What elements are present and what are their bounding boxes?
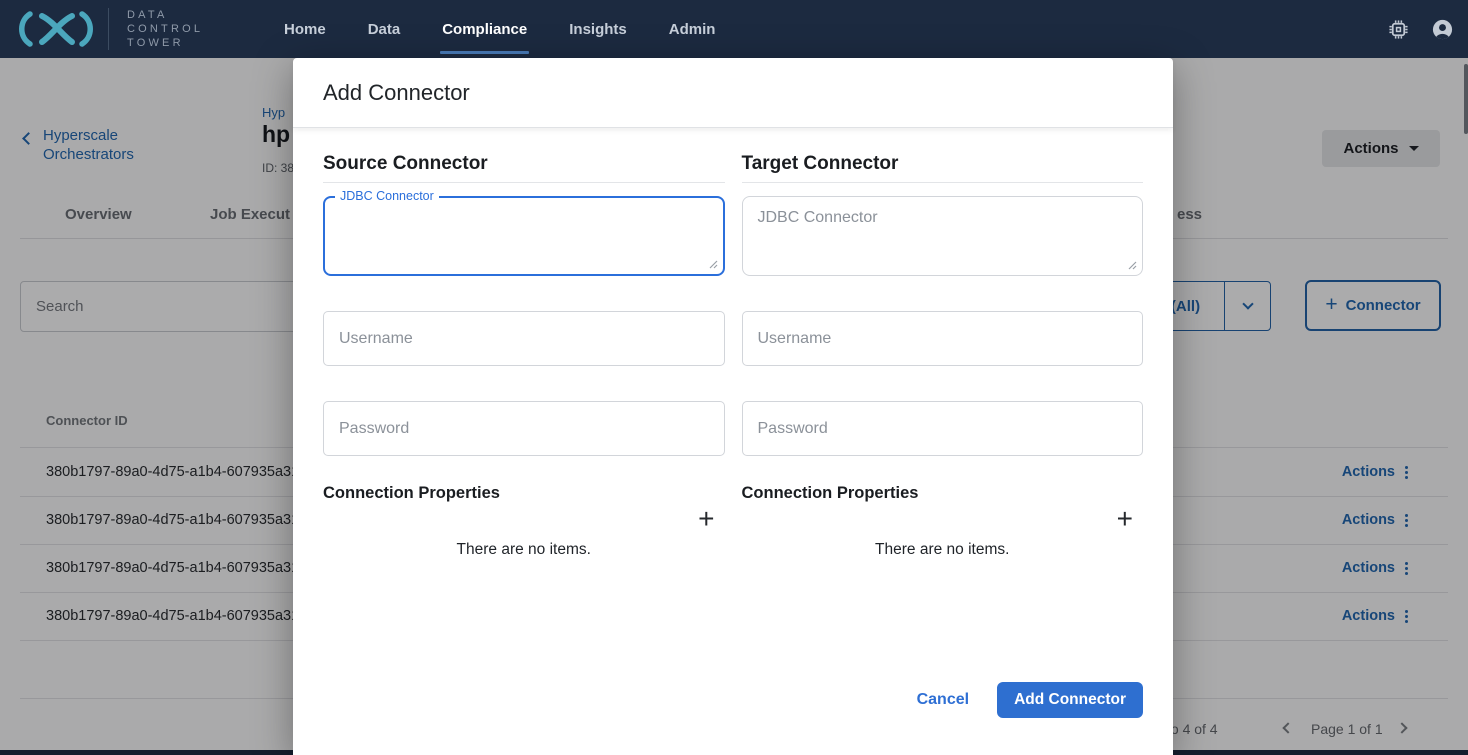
logo-divider xyxy=(108,8,109,50)
target-properties-heading: Connection Properties xyxy=(742,484,1144,503)
target-password-input[interactable] xyxy=(743,402,1143,455)
brand-wordmark: DATA CONTROL TOWER xyxy=(127,8,203,50)
target-jdbc-field xyxy=(742,196,1144,276)
nav-item-data[interactable]: Data xyxy=(368,0,401,58)
modal-header: Add Connector xyxy=(293,58,1173,128)
add-connector-submit-button[interactable]: Add Connector xyxy=(997,682,1143,718)
target-username-field xyxy=(742,311,1144,366)
app-window: Hyperscale Orchestrators Hyp hp ID: 38 A… xyxy=(0,0,1468,755)
source-jdbc-field: JDBC Connector xyxy=(323,196,725,276)
target-password-field xyxy=(742,401,1144,456)
primary-nav: Home Data Compliance Insights Admin xyxy=(284,0,715,58)
source-jdbc-input[interactable] xyxy=(325,198,723,274)
nav-icons xyxy=(1388,0,1454,58)
nav-item-home[interactable]: Home xyxy=(284,0,326,58)
page-scrollbar xyxy=(1464,58,1468,755)
section-divider xyxy=(323,182,725,183)
brand-line: DATA xyxy=(127,8,203,22)
target-heading: Target Connector xyxy=(742,153,1144,175)
modal-title: Add Connector xyxy=(323,80,470,106)
source-connector-section: Source Connector JDBC Connector Connec xyxy=(323,129,725,559)
nav-item-compliance[interactable]: Compliance xyxy=(442,0,527,58)
add-connector-modal: Add Connector Source Connector JDBC Conn… xyxy=(293,58,1173,755)
brand-line: TOWER xyxy=(127,36,203,50)
source-heading: Source Connector xyxy=(323,153,725,175)
delphix-logo-icon xyxy=(16,9,96,49)
source-username-input[interactable] xyxy=(324,312,724,365)
target-username-input[interactable] xyxy=(743,312,1143,365)
source-password-field xyxy=(323,401,725,456)
source-username-field xyxy=(323,311,725,366)
source-properties-heading: Connection Properties xyxy=(323,484,725,503)
modal-body: Source Connector JDBC Connector Connec xyxy=(293,129,1173,755)
chip-icon[interactable] xyxy=(1388,19,1409,40)
target-add-property-button[interactable]: + xyxy=(1117,505,1133,533)
nav-item-insights[interactable]: Insights xyxy=(569,0,627,58)
brand-line: CONTROL xyxy=(127,22,203,36)
section-divider xyxy=(742,182,1144,183)
source-add-property-button[interactable]: + xyxy=(698,505,714,533)
scrollbar-thumb[interactable] xyxy=(1464,64,1468,134)
nav-item-admin[interactable]: Admin xyxy=(669,0,716,58)
target-connector-section: Target Connector Connection Properties + xyxy=(742,129,1144,559)
account-icon[interactable] xyxy=(1431,18,1454,41)
target-jdbc-input[interactable] xyxy=(743,197,1143,275)
source-properties-empty-text: There are no items. xyxy=(323,541,725,559)
modal-footer: Cancel Add Connector xyxy=(917,682,1143,718)
target-properties-empty-text: There are no items. xyxy=(742,541,1144,559)
source-password-input[interactable] xyxy=(324,402,724,455)
top-navbar: DATA CONTROL TOWER Home Data Compliance … xyxy=(0,0,1468,58)
cancel-button[interactable]: Cancel xyxy=(917,691,969,709)
